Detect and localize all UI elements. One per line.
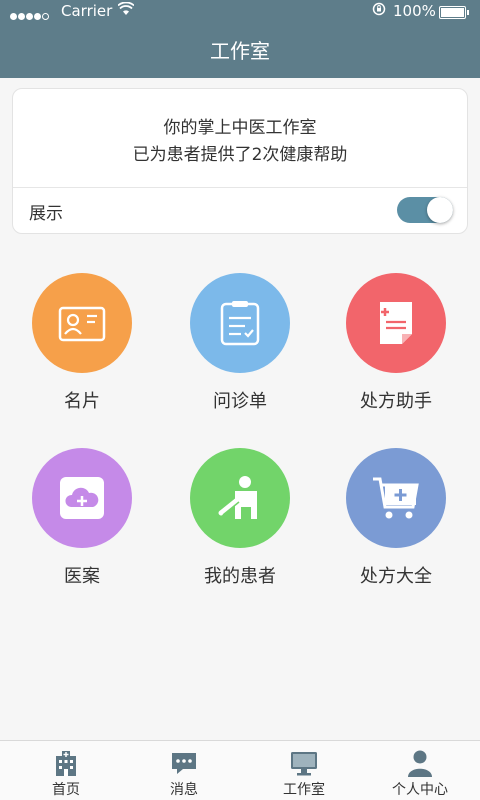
message-icon — [172, 753, 196, 774]
prescription-collection-circle — [346, 448, 446, 548]
id-card-icon — [58, 306, 106, 342]
grid-item-medical-case[interactable]: 医案 — [12, 448, 152, 598]
grid-label-consultation-form: 问诊单 — [213, 391, 267, 412]
battery-icon — [439, 6, 469, 19]
battery-percentage: 100% — [393, 2, 436, 20]
info-card: 你的掌上中医工作室 已为患者提供了2次健康帮助 展示 — [12, 88, 468, 234]
business-card-circle — [32, 273, 132, 373]
grid-label-my-patients: 我的患者 — [204, 566, 276, 587]
patient-icon — [218, 476, 257, 519]
person-icon — [408, 750, 432, 777]
rotation-lock-icon — [372, 2, 386, 20]
tab-bar: 首页 消息 工作室 个人中心 — [0, 740, 480, 800]
cloud-case-icon — [60, 477, 104, 519]
tab-home[interactable]: 首页 — [6, 741, 126, 800]
tab-label-studio: 工作室 — [283, 782, 325, 798]
prescription-icon — [380, 302, 412, 344]
summary-line-2: 已为患者提供了2次健康帮助 — [132, 145, 348, 165]
prescription-assistant-circle — [346, 273, 446, 373]
grid-item-my-patients[interactable]: 我的患者 — [170, 448, 310, 598]
tab-label-messages: 消息 — [170, 782, 198, 798]
grid-label-prescription-assistant: 处方助手 — [360, 391, 432, 412]
grid-label-medical-case: 医案 — [64, 566, 100, 587]
hospital-icon — [56, 751, 76, 776]
grid-item-prescription-collection[interactable]: 处方大全 — [326, 448, 466, 598]
grid-item-consultation-form[interactable]: 问诊单 — [170, 273, 310, 423]
my-patients-circle — [190, 448, 290, 548]
grid-item-business-card[interactable]: 名片 — [12, 273, 152, 423]
grid-item-prescription-assistant[interactable]: 处方助手 — [326, 273, 466, 423]
monitor-icon — [291, 752, 317, 776]
medicine-cart-icon — [373, 477, 419, 519]
show-toggle[interactable] — [397, 197, 453, 223]
show-toggle-label: 展示 — [29, 204, 63, 224]
studio-summary: 你的掌上中医工作室 已为患者提供了2次健康帮助 — [13, 115, 467, 169]
tab-label-home: 首页 — [52, 782, 80, 798]
grid-label-business-card: 名片 — [64, 391, 100, 412]
grid-label-prescription-collection: 处方大全 — [360, 566, 432, 587]
nav-bar: 工作室 — [0, 24, 480, 78]
wifi-icon — [117, 1, 135, 20]
carrier-name: Carrier — [61, 2, 113, 20]
tab-label-profile: 个人中心 — [392, 782, 448, 798]
summary-line-1: 你的掌上中医工作室 — [163, 118, 317, 138]
consultation-form-circle — [190, 273, 290, 373]
clipboard-icon — [220, 301, 260, 346]
medical-case-circle — [32, 448, 132, 548]
status-bar: Carrier 100% — [0, 0, 480, 24]
toggle-knob — [427, 197, 453, 223]
tab-messages[interactable]: 消息 — [124, 741, 244, 800]
tab-studio[interactable]: 工作室 — [244, 741, 364, 800]
page-title: 工作室 — [210, 39, 270, 63]
divider — [13, 187, 467, 188]
signal-strength-icon — [10, 6, 50, 24]
tab-profile[interactable]: 个人中心 — [360, 741, 480, 800]
